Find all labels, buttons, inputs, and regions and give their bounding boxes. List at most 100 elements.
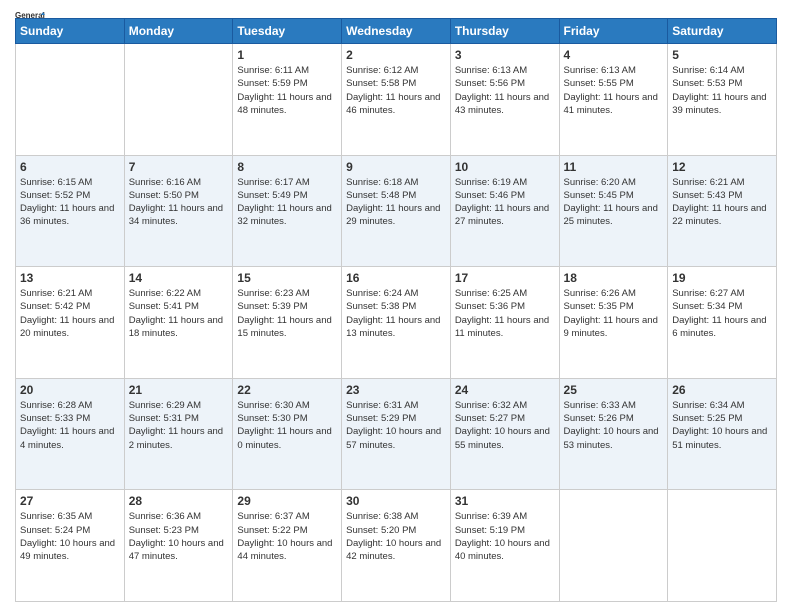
calendar-empty-cell xyxy=(124,44,233,156)
calendar-header-tuesday: Tuesday xyxy=(233,19,342,44)
day-info: Sunrise: 6:25 AMSunset: 5:36 PMDaylight:… xyxy=(455,287,555,340)
calendar-day-9: 9 Sunrise: 6:18 AMSunset: 5:48 PMDaylight… xyxy=(342,155,451,267)
day-info: Sunrise: 6:21 AMSunset: 5:42 PMDaylight:… xyxy=(20,287,120,340)
day-number: 29 xyxy=(237,494,337,508)
calendar-week-5: 27 Sunrise: 6:35 AMSunset: 5:24 PMDayligh… xyxy=(16,490,777,602)
day-number: 12 xyxy=(672,160,772,174)
day-number: 13 xyxy=(20,271,120,285)
day-number: 14 xyxy=(129,271,229,285)
calendar-header-friday: Friday xyxy=(559,19,668,44)
day-number: 16 xyxy=(346,271,446,285)
calendar-day-27: 27 Sunrise: 6:35 AMSunset: 5:24 PMDayligh… xyxy=(16,490,125,602)
calendar-week-3: 13 Sunrise: 6:21 AMSunset: 5:42 PMDayligh… xyxy=(16,267,777,379)
calendar-day-4: 4 Sunrise: 6:13 AMSunset: 5:55 PMDaylight… xyxy=(559,44,668,156)
day-info: Sunrise: 6:26 AMSunset: 5:35 PMDaylight:… xyxy=(564,287,664,340)
day-info: Sunrise: 6:29 AMSunset: 5:31 PMDaylight:… xyxy=(129,399,229,452)
day-number: 11 xyxy=(564,160,664,174)
day-number: 22 xyxy=(237,383,337,397)
day-number: 31 xyxy=(455,494,555,508)
calendar-day-5: 5Sunrise: 6:14 AMSunset: 5:53 PMDaylight… xyxy=(668,44,777,156)
day-info: Sunrise: 6:16 AMSunset: 5:50 PMDaylight:… xyxy=(129,176,229,229)
day-info: Sunrise: 6:13 AMSunset: 5:55 PMDaylight:… xyxy=(564,64,664,117)
day-number: 4 xyxy=(564,48,664,62)
day-number: 30 xyxy=(346,494,446,508)
calendar-day-23: 23 Sunrise: 6:31 AMSunset: 5:29 PMDayligh… xyxy=(342,378,451,490)
calendar-empty-cell xyxy=(559,490,668,602)
calendar-day-11: 11Sunrise: 6:20 AMSunset: 5:45 PMDayligh… xyxy=(559,155,668,267)
day-number: 6 xyxy=(20,160,120,174)
calendar-header-wednesday: Wednesday xyxy=(342,19,451,44)
calendar-day-21: 21 Sunrise: 6:29 AMSunset: 5:31 PMDayligh… xyxy=(124,378,233,490)
calendar-day-31: 31 Sunrise: 6:39 AMSunset: 5:19 PMDayligh… xyxy=(450,490,559,602)
day-number: 17 xyxy=(455,271,555,285)
calendar-day-12: 12 Sunrise: 6:21 AMSunset: 5:43 PMDayligh… xyxy=(668,155,777,267)
day-info: Sunrise: 6:27 AMSunset: 5:34 PMDaylight:… xyxy=(672,287,772,340)
day-info: Sunrise: 6:31 AMSunset: 5:29 PMDaylight:… xyxy=(346,399,446,452)
calendar-header-sunday: Sunday xyxy=(16,19,125,44)
logo-bird xyxy=(17,0,39,6)
calendar-day-14: 14 Sunrise: 6:22 AMSunset: 5:41 PMDayligh… xyxy=(124,267,233,379)
day-number: 18 xyxy=(564,271,664,285)
calendar-day-2: 2 Sunrise: 6:12 AMSunset: 5:58 PMDaylight… xyxy=(342,44,451,156)
day-number: 15 xyxy=(237,271,337,285)
day-info: Sunrise: 6:33 AMSunset: 5:26 PMDaylight:… xyxy=(564,399,664,452)
calendar-day-24: 24Sunrise: 6:32 AMSunset: 5:27 PMDayligh… xyxy=(450,378,559,490)
day-number: 21 xyxy=(129,383,229,397)
day-info: Sunrise: 6:13 AMSunset: 5:56 PMDaylight:… xyxy=(455,64,555,117)
calendar-header-row: SundayMondayTuesdayWednesdayThursdayFrid… xyxy=(16,19,777,44)
day-number: 9 xyxy=(346,160,446,174)
day-info: Sunrise: 6:34 AMSunset: 5:25 PMDaylight:… xyxy=(672,399,772,452)
day-info: Sunrise: 6:12 AMSunset: 5:58 PMDaylight:… xyxy=(346,64,446,117)
calendar-day-17: 17 Sunrise: 6:25 AMSunset: 5:36 PMDayligh… xyxy=(450,267,559,379)
calendar-day-3: 3 Sunrise: 6:13 AMSunset: 5:56 PMDaylight… xyxy=(450,44,559,156)
day-info: Sunrise: 6:21 AMSunset: 5:43 PMDaylight:… xyxy=(672,176,772,229)
day-info: Sunrise: 6:23 AMSunset: 5:39 PMDaylight:… xyxy=(237,287,337,340)
calendar-day-25: 25 Sunrise: 6:33 AMSunset: 5:26 PMDayligh… xyxy=(559,378,668,490)
day-number: 2 xyxy=(346,48,446,62)
day-number: 20 xyxy=(20,383,120,397)
calendar-table: SundayMondayTuesdayWednesdayThursdayFrid… xyxy=(15,18,777,602)
calendar-day-29: 29Sunrise: 6:37 AMSunset: 5:22 PMDayligh… xyxy=(233,490,342,602)
calendar-header-thursday: Thursday xyxy=(450,19,559,44)
day-info: Sunrise: 6:24 AMSunset: 5:38 PMDaylight:… xyxy=(346,287,446,340)
day-info: Sunrise: 6:28 AMSunset: 5:33 PMDaylight:… xyxy=(20,399,120,452)
page: General Blue SundayMondayTu xyxy=(0,0,792,612)
calendar-week-2: 6Sunrise: 6:15 AMSunset: 5:52 PMDaylight… xyxy=(16,155,777,267)
calendar-day-26: 26 Sunrise: 6:34 AMSunset: 5:25 PMDayligh… xyxy=(668,378,777,490)
day-number: 7 xyxy=(129,160,229,174)
calendar-day-20: 20 Sunrise: 6:28 AMSunset: 5:33 PMDayligh… xyxy=(16,378,125,490)
day-number: 5 xyxy=(672,48,772,62)
calendar-day-22: 22 Sunrise: 6:30 AMSunset: 5:30 PMDayligh… xyxy=(233,378,342,490)
day-number: 8 xyxy=(237,160,337,174)
day-info: Sunrise: 6:19 AMSunset: 5:46 PMDaylight:… xyxy=(455,176,555,229)
calendar-header-saturday: Saturday xyxy=(668,19,777,44)
calendar-day-1: 1Sunrise: 6:11 AMSunset: 5:59 PMDaylight… xyxy=(233,44,342,156)
day-info: Sunrise: 6:18 AMSunset: 5:48 PMDaylight:… xyxy=(346,176,446,229)
day-number: 26 xyxy=(672,383,772,397)
day-info: Sunrise: 6:17 AMSunset: 5:49 PMDaylight:… xyxy=(237,176,337,229)
calendar-day-30: 30 Sunrise: 6:38 AMSunset: 5:20 PMDayligh… xyxy=(342,490,451,602)
calendar-day-15: 15 Sunrise: 6:23 AMSunset: 5:39 PMDayligh… xyxy=(233,267,342,379)
day-number: 23 xyxy=(346,383,446,397)
day-number: 28 xyxy=(129,494,229,508)
day-info: Sunrise: 6:36 AMSunset: 5:23 PMDaylight:… xyxy=(129,510,229,563)
day-info: Sunrise: 6:39 AMSunset: 5:19 PMDaylight:… xyxy=(455,510,555,563)
day-number: 10 xyxy=(455,160,555,174)
day-info: Sunrise: 6:35 AMSunset: 5:24 PMDaylight:… xyxy=(20,510,120,563)
day-info: Sunrise: 6:30 AMSunset: 5:30 PMDaylight:… xyxy=(237,399,337,452)
calendar-day-16: 16 Sunrise: 6:24 AMSunset: 5:38 PMDayligh… xyxy=(342,267,451,379)
calendar-day-13: 13 Sunrise: 6:21 AMSunset: 5:42 PMDayligh… xyxy=(16,267,125,379)
day-number: 25 xyxy=(564,383,664,397)
calendar-day-18: 18 Sunrise: 6:26 AMSunset: 5:35 PMDayligh… xyxy=(559,267,668,379)
calendar-empty-cell xyxy=(16,44,125,156)
day-info: Sunrise: 6:22 AMSunset: 5:41 PMDaylight:… xyxy=(129,287,229,340)
day-number: 19 xyxy=(672,271,772,285)
calendar-header-monday: Monday xyxy=(124,19,233,44)
calendar-week-4: 20 Sunrise: 6:28 AMSunset: 5:33 PMDayligh… xyxy=(16,378,777,490)
day-number: 27 xyxy=(20,494,120,508)
calendar-day-7: 7 Sunrise: 6:16 AMSunset: 5:50 PMDaylight… xyxy=(124,155,233,267)
calendar-day-28: 28 Sunrise: 6:36 AMSunset: 5:23 PMDayligh… xyxy=(124,490,233,602)
day-number: 3 xyxy=(455,48,555,62)
calendar-day-6: 6Sunrise: 6:15 AMSunset: 5:52 PMDaylight… xyxy=(16,155,125,267)
day-info: Sunrise: 6:38 AMSunset: 5:20 PMDaylight:… xyxy=(346,510,446,563)
